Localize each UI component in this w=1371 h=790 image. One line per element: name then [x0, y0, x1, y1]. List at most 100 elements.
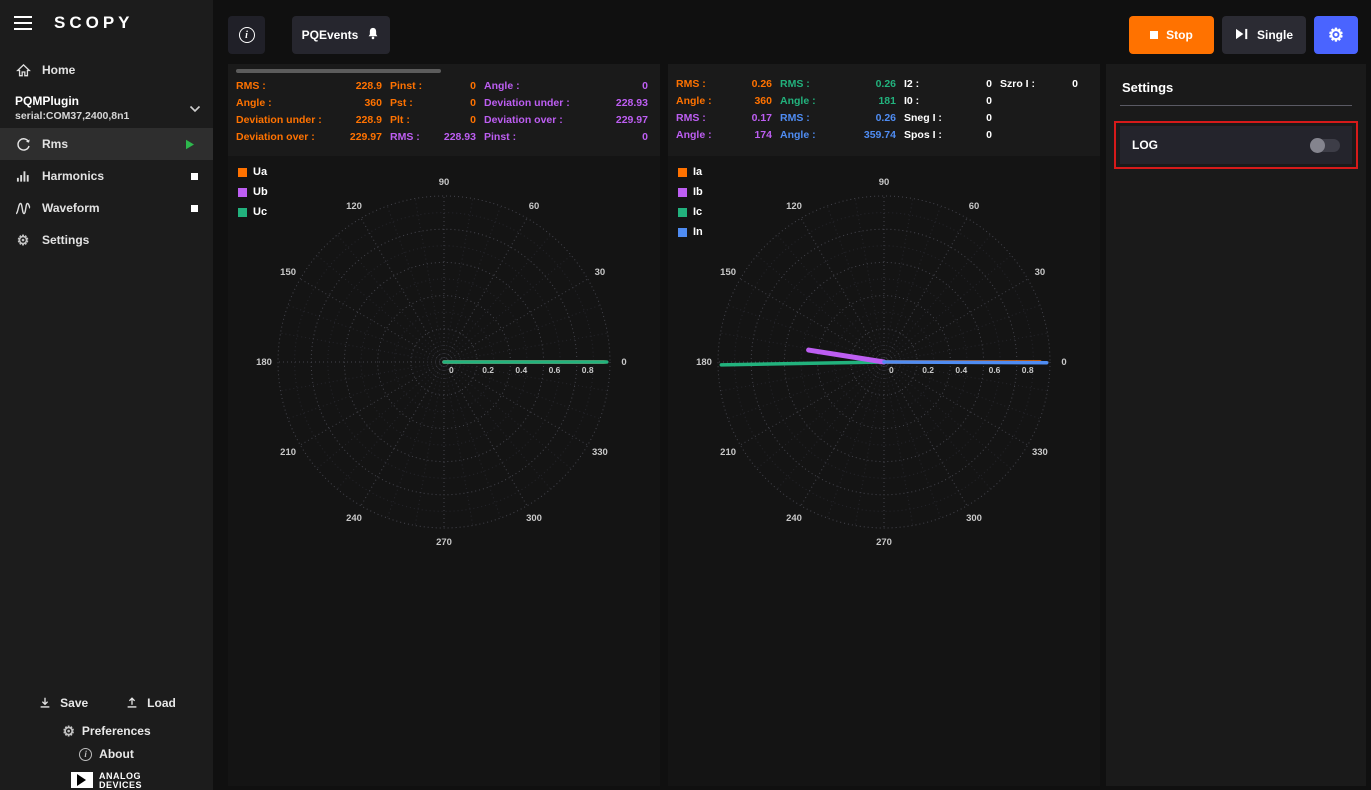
- about-button[interactable]: i About: [79, 747, 134, 761]
- home-icon: [15, 62, 31, 78]
- stats-row: Deviation under :228.9Plt :0Deviation ov…: [236, 111, 652, 128]
- preferences-button[interactable]: ⚙ Preferences: [62, 724, 150, 738]
- stat-label: Spos I :: [904, 129, 942, 141]
- waveform-icon: [15, 200, 31, 216]
- svg-text:60: 60: [529, 201, 540, 212]
- stat-cell: Pinst : 0: [390, 80, 476, 92]
- stopped-indicator-icon[interactable]: [191, 205, 198, 212]
- stats-scrollbar[interactable]: [236, 69, 441, 73]
- sidebar-footer: Save Load ⚙ Preferences i About: [0, 683, 213, 790]
- stat-value: 0: [642, 80, 648, 92]
- stat-label: RMS :: [390, 131, 420, 143]
- sidebar-item-settings[interactable]: ⚙ Settings: [0, 224, 213, 256]
- legend-swatch: [238, 168, 247, 177]
- settings-panel-title: Settings: [1120, 76, 1352, 105]
- save-button[interactable]: Save: [37, 695, 88, 711]
- voltage-plot-area: 030609012015018021024027030033000.20.40.…: [228, 156, 660, 786]
- stat-value: 174: [754, 129, 772, 141]
- legend-swatch: [678, 188, 687, 197]
- svg-text:0.4: 0.4: [515, 365, 527, 375]
- stats-row: Angle :360Angle :181I0 :0: [676, 92, 1092, 109]
- stop-button[interactable]: Stop: [1129, 16, 1214, 54]
- stat-label: Pst :: [390, 97, 413, 109]
- voltage-polar-chart[interactable]: 030609012015018021024027030033000.20.40.…: [228, 156, 660, 596]
- sidebar: SCOPY Home PQMPlugin serial:COM37,2400,8…: [0, 0, 213, 790]
- svg-text:0.2: 0.2: [922, 365, 934, 375]
- sidebar-item-label: Harmonics: [42, 169, 180, 183]
- stat-cell: RMS :0.26: [780, 78, 896, 90]
- stat-cell: Spos I : 0: [904, 129, 992, 141]
- stat-cell: I2 :0: [904, 78, 992, 90]
- stat-label: Deviation over :: [484, 114, 563, 126]
- stat-value: 359.74: [864, 129, 896, 141]
- info-icon: i: [239, 27, 255, 43]
- stat-label: RMS :: [780, 78, 810, 90]
- stat-label: Plt :: [390, 114, 410, 126]
- load-button[interactable]: Load: [124, 695, 176, 711]
- pqevents-label: PQEvents: [302, 28, 359, 42]
- stat-value: 0: [986, 112, 992, 124]
- legend-item[interactable]: Ic: [678, 206, 703, 218]
- legend-item[interactable]: Ia: [678, 166, 703, 178]
- single-button[interactable]: Single: [1222, 16, 1306, 54]
- stat-cell: RMS :228.93: [390, 131, 476, 143]
- stat-value: 0: [642, 131, 648, 143]
- stats-row: Deviation over :229.97RMS :228.93Pinst :…: [236, 128, 652, 145]
- sidebar-item-label: Waveform: [42, 201, 180, 215]
- stat-value: 0.26: [876, 112, 896, 124]
- sidebar-item-harmonics[interactable]: Harmonics: [0, 160, 213, 192]
- stat-label: Sneg I :: [904, 112, 942, 124]
- stat-cell: RMS :0.26: [676, 78, 772, 90]
- preferences-label: Preferences: [82, 724, 151, 738]
- svg-text:90: 90: [439, 177, 450, 188]
- legend-item[interactable]: In: [678, 226, 703, 238]
- stat-cell: Pinst :0: [484, 131, 648, 143]
- legend-item[interactable]: Ub: [238, 186, 268, 198]
- run-indicator-icon[interactable]: [182, 136, 198, 152]
- legend-item[interactable]: Ua: [238, 166, 268, 178]
- stat-cell: Angle :360: [236, 97, 382, 109]
- svg-text:270: 270: [436, 537, 452, 548]
- stat-label: RMS :: [676, 112, 706, 124]
- stat-label: RMS :: [236, 80, 266, 92]
- pqevents-tab[interactable]: PQEvents: [292, 16, 390, 54]
- stat-value: 229.97: [350, 131, 382, 143]
- svg-text:270: 270: [876, 537, 892, 548]
- stat-label: Pinst :: [390, 80, 422, 92]
- svg-text:0: 0: [621, 357, 626, 368]
- current-polar-chart[interactable]: 030609012015018021024027030033000.20.40.…: [668, 156, 1100, 596]
- save-icon: [37, 695, 53, 711]
- legend-label: Uc: [253, 206, 267, 218]
- log-setting-row: LOG: [1120, 126, 1352, 164]
- stop-label: Stop: [1166, 28, 1193, 42]
- log-label: LOG: [1132, 138, 1158, 152]
- stat-value: 0: [986, 129, 992, 141]
- svg-text:150: 150: [280, 267, 296, 278]
- svg-text:150: 150: [720, 267, 736, 278]
- sidebar-item-pqmplugin[interactable]: PQMPlugin serial:COM37,2400,8n1: [0, 86, 213, 128]
- sidebar-item-waveform[interactable]: Waveform: [0, 192, 213, 224]
- info-button[interactable]: i: [228, 16, 265, 54]
- sidebar-item-home[interactable]: Home: [0, 54, 213, 86]
- svg-text:0.6: 0.6: [989, 365, 1001, 375]
- stat-value: 0: [470, 80, 476, 92]
- log-toggle[interactable]: [1310, 139, 1340, 152]
- stopped-indicator-icon[interactable]: [191, 173, 198, 180]
- voltage-legend: Ua Ub Uc: [238, 166, 268, 218]
- svg-text:0.4: 0.4: [955, 365, 967, 375]
- analog-devices-logo-icon: [71, 772, 93, 788]
- sidebar-item-rms[interactable]: Rms: [0, 128, 213, 160]
- svg-text:180: 180: [256, 357, 272, 368]
- stat-value: 0: [1072, 78, 1078, 90]
- legend-label: Ic: [693, 206, 702, 218]
- single-icon: [1235, 28, 1249, 43]
- hamburger-menu-icon[interactable]: [14, 16, 32, 30]
- voltage-stats-grid: RMS :228.9Pinst :0Angle :0Angle :360Pst …: [236, 77, 652, 145]
- settings-gear-button[interactable]: ⚙: [1314, 16, 1358, 54]
- stat-label: RMS :: [676, 78, 706, 90]
- legend-item[interactable]: Uc: [238, 206, 268, 218]
- settings-panel: Settings LOG: [1106, 64, 1366, 786]
- legend-item[interactable]: Ib: [678, 186, 703, 198]
- legend-label: In: [693, 226, 703, 238]
- chevron-down-icon[interactable]: [189, 100, 201, 118]
